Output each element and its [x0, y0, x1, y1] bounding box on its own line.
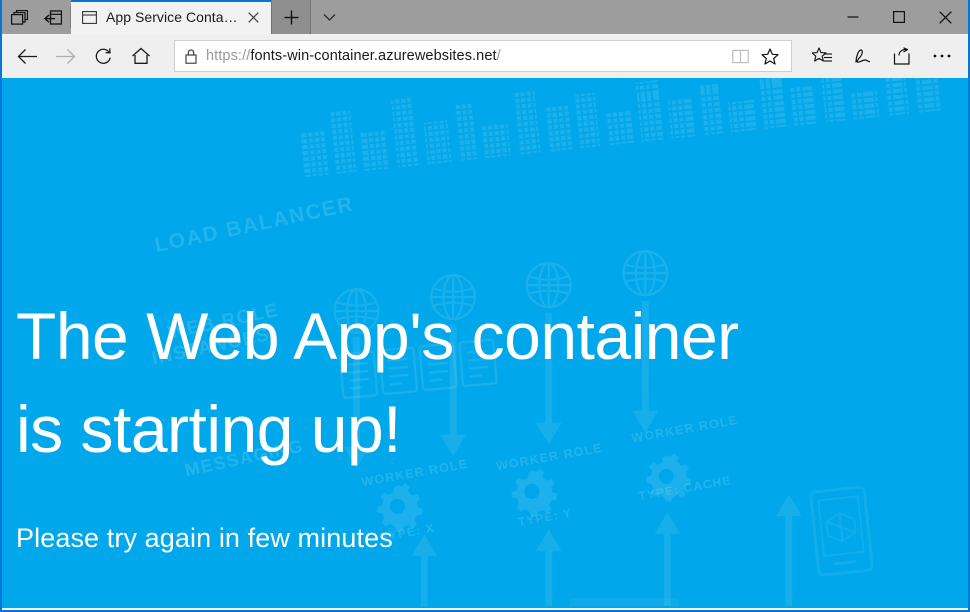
- arrow-left-icon: [17, 48, 38, 65]
- new-tab-button[interactable]: [271, 0, 311, 34]
- favorites-hub-icon: [812, 47, 833, 66]
- browser-window: App Service Container: [0, 0, 970, 612]
- reading-view-icon[interactable]: [725, 41, 755, 71]
- share-icon: [892, 47, 913, 66]
- tab-preview-icon: [11, 10, 28, 25]
- maximize-button[interactable]: [876, 0, 922, 34]
- window-controls: [830, 0, 968, 34]
- page-text-block: The Web App's container is starting up! …: [16, 78, 968, 608]
- forward-button[interactable]: [46, 37, 84, 75]
- tab-app-service-container[interactable]: App Service Container: [71, 0, 271, 34]
- back-button[interactable]: [8, 37, 46, 75]
- page-headline: The Web App's container is starting up!: [16, 290, 968, 476]
- page-content: LOAD BALANCER WEB ROLE INSTANCES MESSAGI…: [2, 78, 968, 608]
- maximize-icon: [893, 11, 905, 23]
- set-tabs-aside-button[interactable]: [36, 0, 70, 34]
- ellipsis-icon: [932, 53, 952, 59]
- plus-icon: [284, 10, 299, 25]
- url-text[interactable]: https://fonts-win-container.azurewebsite…: [206, 48, 725, 64]
- browser-toolbar: https://fonts-win-container.azurewebsite…: [2, 34, 968, 78]
- lock-icon: [185, 49, 197, 64]
- close-button[interactable]: [922, 0, 968, 34]
- page-subtext: Please try again in few minutes: [16, 523, 393, 554]
- home-icon: [131, 47, 151, 65]
- tab-title: App Service Container: [106, 9, 239, 25]
- refresh-icon: [94, 47, 113, 66]
- title-bar: App Service Container: [2, 0, 968, 34]
- set-tabs-aside-icon: [44, 10, 62, 25]
- minimize-button[interactable]: [830, 0, 876, 34]
- favorite-star-icon[interactable]: [755, 41, 785, 71]
- chevron-down-icon: [323, 13, 336, 22]
- minimize-icon: [847, 11, 859, 23]
- more-button[interactable]: [922, 37, 962, 75]
- refresh-button[interactable]: [84, 37, 122, 75]
- address-bar[interactable]: https://fonts-win-container.azurewebsite…: [174, 40, 792, 72]
- page-icon: [81, 9, 97, 25]
- url-path: /: [497, 48, 501, 64]
- hub-button[interactable]: [802, 37, 842, 75]
- web-notes-button[interactable]: [842, 37, 882, 75]
- tab-preview-button[interactable]: [2, 0, 36, 34]
- home-button[interactable]: [122, 37, 160, 75]
- tab-strip: App Service Container: [71, 0, 830, 34]
- url-host: fonts-win-container.azurewebsites.net: [250, 48, 496, 64]
- tab-options-button[interactable]: [311, 0, 347, 34]
- arrow-right-icon: [55, 48, 76, 65]
- close-tab-icon[interactable]: [243, 7, 263, 27]
- close-icon: [939, 11, 952, 24]
- share-button[interactable]: [882, 37, 922, 75]
- url-scheme: https://: [206, 48, 250, 64]
- pen-icon: [852, 47, 873, 66]
